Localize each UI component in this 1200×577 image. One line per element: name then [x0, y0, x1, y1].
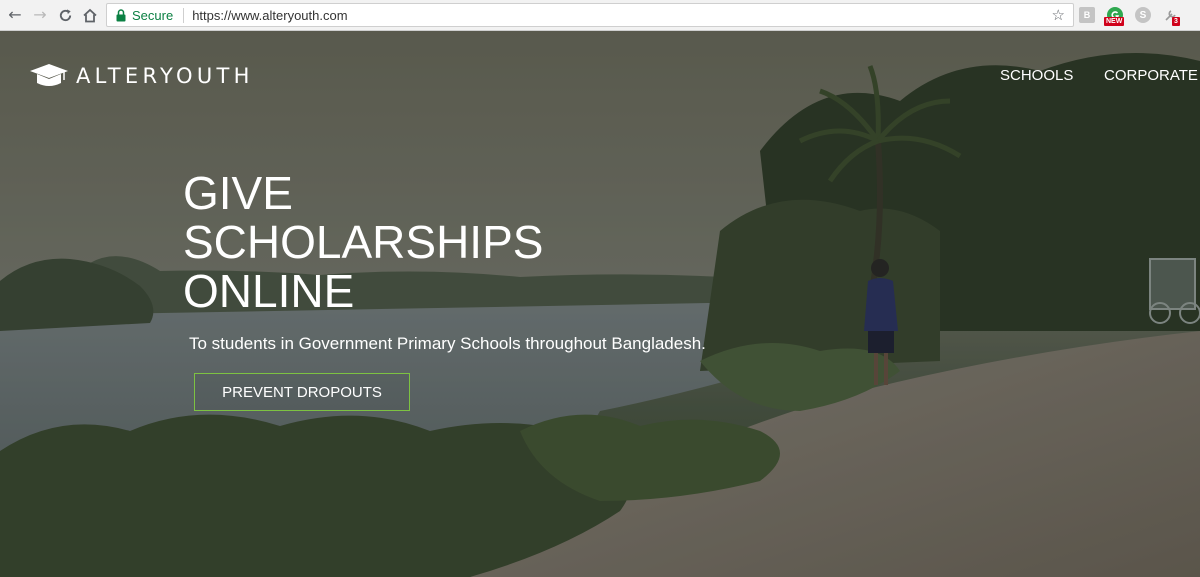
- home-icon[interactable]: [79, 4, 101, 26]
- url-text[interactable]: https://www.alteryouth.com: [192, 8, 347, 23]
- reload-icon[interactable]: [54, 4, 76, 26]
- headline-line-2: SCHOLARSHIPS: [183, 216, 544, 268]
- prevent-dropouts-button[interactable]: PREVENT DROPOUTS: [194, 373, 410, 411]
- secure-label: Secure: [132, 7, 174, 23]
- extension-b-label: B: [1083, 10, 1091, 20]
- headline-line-3: ONLINE: [183, 265, 355, 317]
- notification-count-badge: 3: [1172, 17, 1180, 26]
- new-badge: NEW: [1104, 17, 1125, 26]
- hero-section: ALTERYOUTH SCHOOLS CORPORATE GIVE SCHOLA…: [0, 31, 1200, 577]
- headline-line-1: GIVE: [183, 167, 293, 219]
- hero-background-image: [0, 31, 1200, 577]
- brand-logo[interactable]: ALTERYOUTH: [28, 63, 254, 89]
- hero-headline: GIVE SCHOLARSHIPS ONLINE: [183, 169, 543, 316]
- forward-icon[interactable]: →: [29, 4, 51, 26]
- hero-subheadline: To students in Government Primary School…: [189, 334, 706, 353]
- skype-extension-icon[interactable]: S: [1135, 7, 1151, 23]
- address-bar[interactable]: Secure https://www.alteryouth.com ☆: [106, 3, 1074, 27]
- lock-icon: [115, 8, 127, 22]
- extension-b-icon[interactable]: B: [1079, 7, 1095, 23]
- nav-schools-link[interactable]: SCHOOLS: [1000, 67, 1073, 84]
- cta-label: PREVENT DROPOUTS: [222, 383, 382, 401]
- graduation-cap-icon: [30, 64, 68, 86]
- address-divider: [183, 7, 185, 23]
- back-icon[interactable]: ←: [4, 4, 26, 26]
- nav-corporate-link[interactable]: CORPORATE: [1104, 67, 1198, 84]
- brand-name: ALTERYOUTH: [76, 64, 254, 88]
- browser-toolbar: ← → Secure https://www.alteryouth.com ☆ …: [0, 0, 1200, 31]
- star-icon[interactable]: ☆: [1052, 6, 1065, 24]
